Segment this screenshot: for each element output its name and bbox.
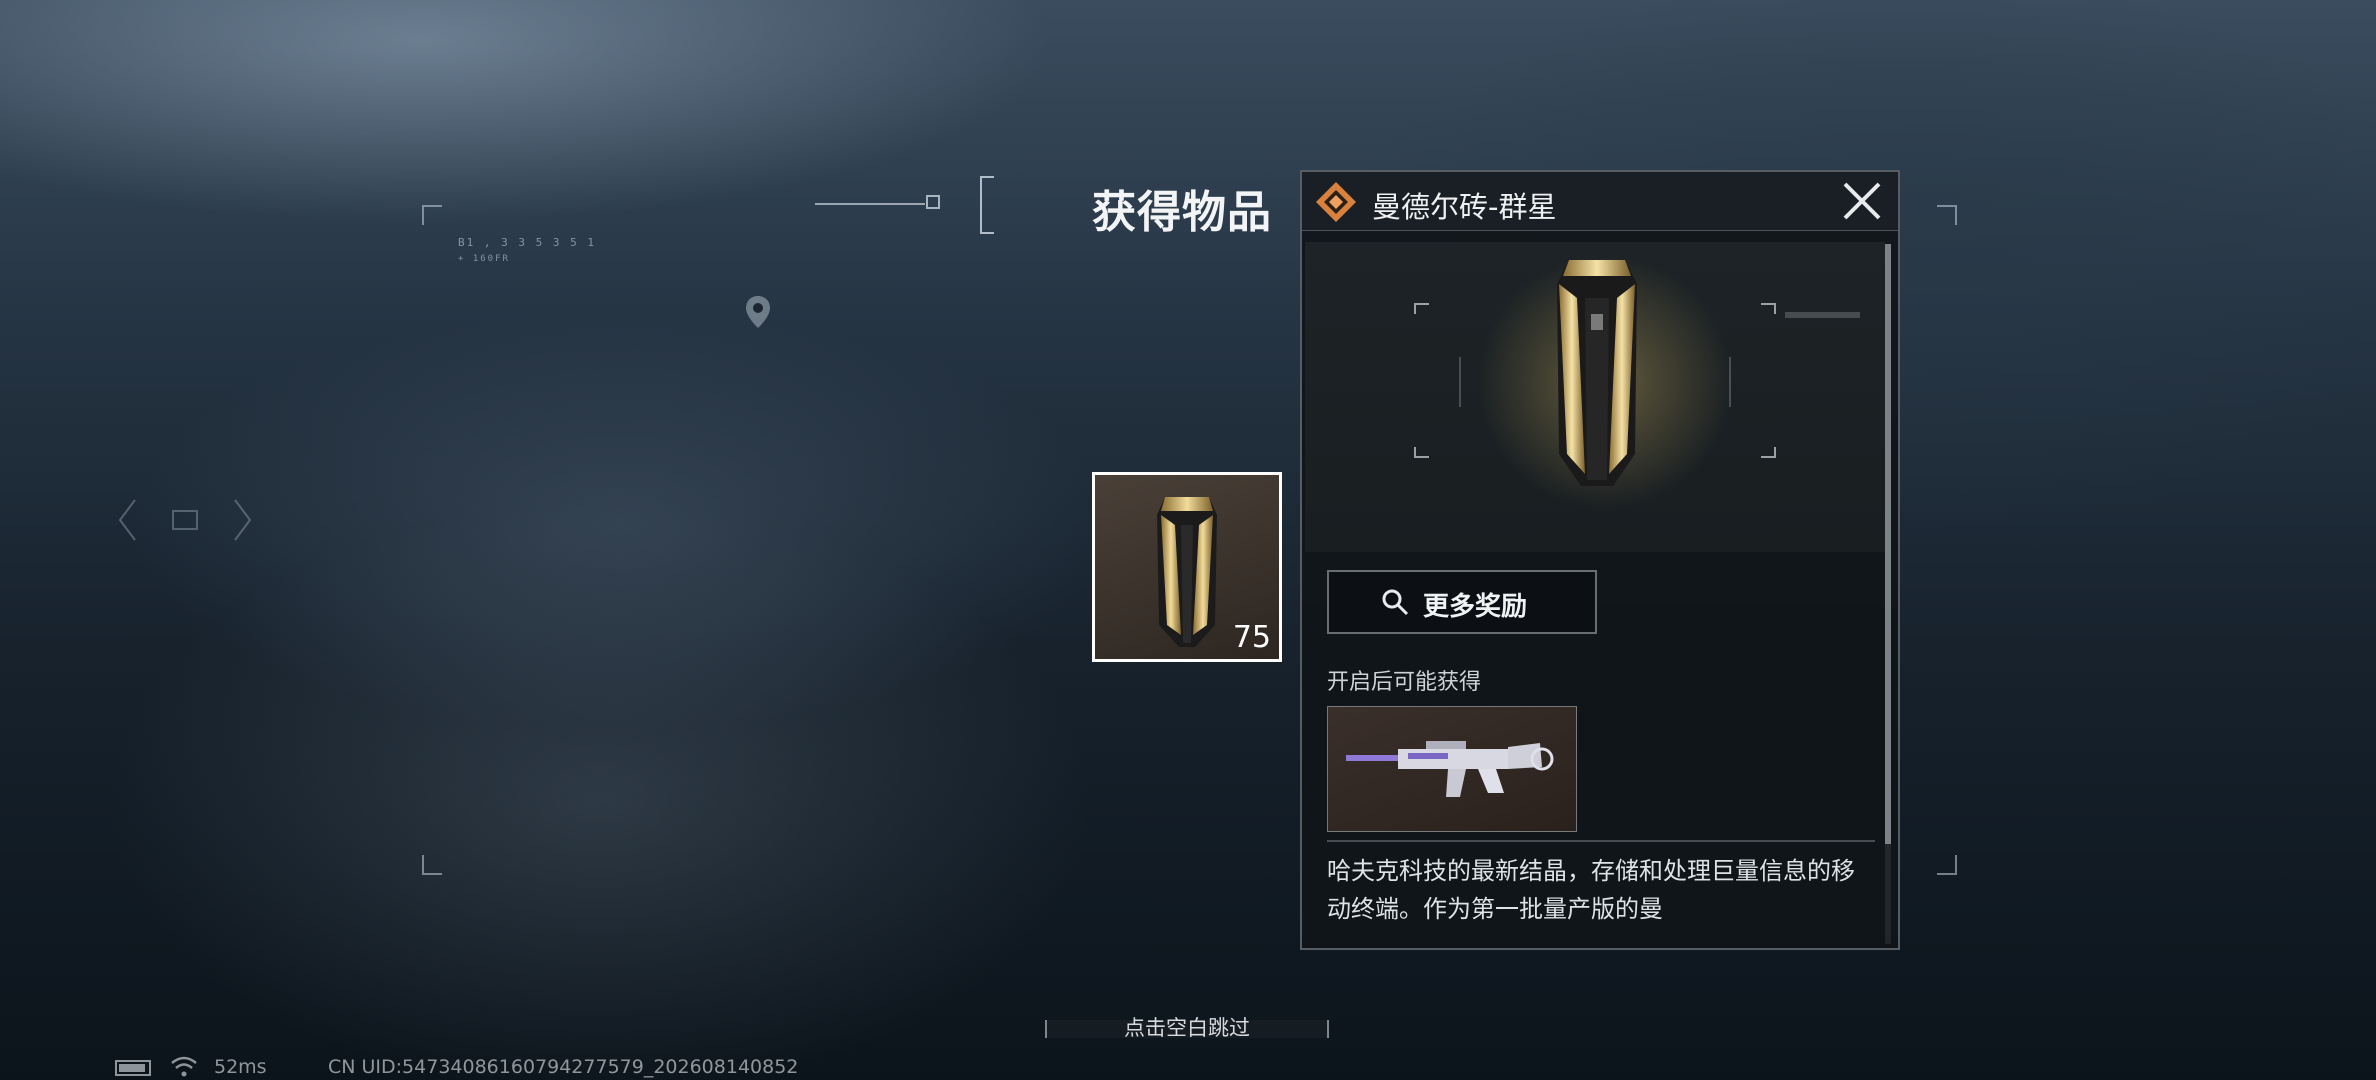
item-detail-panel: 曼德尔砖-群星 更多奖励 开启后可能获得 哈夫克科技的最新结晶，存储和处理巨量信… bbox=[1300, 170, 1900, 950]
hud-bracket-top-right bbox=[1937, 205, 1957, 225]
hud-bracket-bottom-right bbox=[1937, 855, 1957, 875]
hud-bracket-top-left bbox=[422, 205, 442, 225]
more-rewards-button[interactable]: 更多奖励 bbox=[1327, 570, 1597, 634]
ping-value: 52ms bbox=[214, 1056, 267, 1078]
scroll-thumb[interactable] bbox=[1885, 244, 1891, 844]
battery-icon bbox=[115, 1060, 151, 1076]
hud-subcode: + 160FR bbox=[458, 254, 510, 264]
skip-hint[interactable]: 点击空白跳过 bbox=[1045, 1012, 1329, 1042]
page-title: 获得物品 bbox=[1092, 187, 1272, 238]
more-rewards-label: 更多奖励 bbox=[1423, 592, 1528, 622]
title-bracket bbox=[980, 176, 994, 234]
panel-scrollbar[interactable] bbox=[1885, 244, 1891, 944]
mandel-brick-preview-image bbox=[1557, 260, 1637, 486]
title-deco-box bbox=[926, 195, 940, 209]
close-icon[interactable] bbox=[1839, 178, 1885, 224]
item-preview bbox=[1305, 242, 1885, 552]
item-name: 曼德尔砖-群星 bbox=[1372, 190, 1557, 224]
title-deco-line bbox=[815, 203, 925, 205]
item-description: 哈夫克科技的最新结晶，存储和处理巨量信息的移动终端。作为第一批量产版的曼 bbox=[1327, 857, 1855, 923]
possible-rewards-caption: 开启后可能获得 bbox=[1327, 670, 1482, 695]
rifle-skin-image bbox=[1346, 741, 1554, 797]
wifi-icon bbox=[171, 1056, 197, 1077]
rarity-diamond-icon bbox=[1316, 182, 1356, 222]
hud-coordinates: B1 , 3 3 5 3 5 1 bbox=[458, 236, 596, 249]
hud-bracket-bottom-left bbox=[422, 855, 442, 875]
obtained-item-slot[interactable]: 75 bbox=[1092, 472, 1282, 662]
panel-divider bbox=[1327, 840, 1875, 842]
user-uid: CN UID:5473408616079427757​9_20260814085… bbox=[328, 1056, 799, 1078]
target-reticle-icon bbox=[118, 499, 252, 541]
panel-header: 曼德尔砖-群星 bbox=[1302, 172, 1898, 231]
location-pin-icon bbox=[746, 296, 770, 328]
reward-item-card[interactable] bbox=[1327, 706, 1577, 832]
search-icon bbox=[1382, 589, 1409, 616]
item-count: 75 bbox=[1232, 620, 1271, 655]
